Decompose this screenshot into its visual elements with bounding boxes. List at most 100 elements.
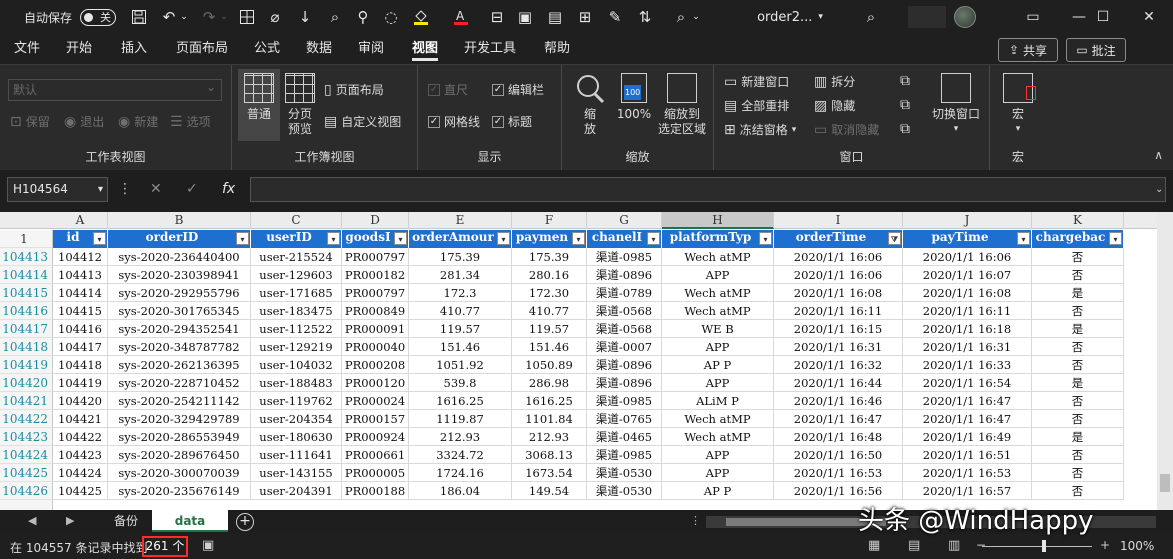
new-button[interactable]: ◉ 新建 — [118, 113, 158, 130]
column-header-f[interactable]: F — [512, 212, 587, 229]
page-layout-button[interactable]: ▯ 页面布局 — [324, 81, 384, 98]
next-sheet-icon[interactable]: ▶ — [66, 514, 74, 527]
header-cell[interactable]: chargebac ▾ — [1032, 230, 1124, 248]
table-cell[interactable]: 否 — [1032, 392, 1124, 410]
header-cell[interactable]: orderID ▾ — [108, 230, 251, 248]
undo-icon[interactable]: ↶ — [158, 0, 180, 34]
table-cell[interactable]: 2020/1/1 16:53 — [903, 464, 1032, 482]
table-cell[interactable]: user-204354 — [251, 410, 342, 428]
custom-view-button[interactable]: ▤ 自定义视图 — [324, 113, 401, 130]
column-header-h[interactable]: H — [662, 212, 774, 229]
insert-function-icon[interactable]: fx — [222, 177, 235, 202]
row-header[interactable]: 104421 — [0, 392, 53, 410]
table-cell[interactable]: 2020/1/1 16:51 — [903, 446, 1032, 464]
filter-dropdown-icon[interactable]: ▾ — [1017, 232, 1030, 245]
tab-home[interactable]: 开始 — [66, 34, 92, 64]
merge-icon[interactable]: ⊟ — [486, 0, 508, 34]
table-cell[interactable]: PR000157 — [342, 410, 409, 428]
zoom-to-selection-button[interactable]: 缩放到 选定区域 — [654, 73, 710, 137]
table-cell[interactable]: AP P — [662, 356, 774, 374]
row-header[interactable]: 104413 — [0, 248, 53, 266]
filter-dropdown-icon[interactable]: ▾ — [394, 232, 407, 245]
qat-customize-icon[interactable]: ⌄ — [690, 0, 702, 34]
table-cell[interactable]: 2020/1/1 16:07 — [903, 266, 1032, 284]
exit-button[interactable]: ◉ 退出 — [64, 113, 104, 130]
table-cell[interactable]: 是 — [1032, 320, 1124, 338]
filter-active-icon[interactable]: ⧩ — [888, 232, 901, 245]
column-header-c[interactable]: C — [251, 212, 342, 229]
reset-position-icon[interactable]: ⧉ — [900, 121, 910, 137]
table-cell[interactable]: sys-2020-292955796 — [108, 284, 251, 302]
table-cell[interactable]: sys-2020-262136395 — [108, 356, 251, 374]
table-cell[interactable]: 104418 — [53, 356, 108, 374]
expand-formula-icon[interactable]: ⌄ — [1155, 177, 1163, 202]
table-cell[interactable]: 1051.92 — [409, 356, 512, 374]
row-header[interactable]: 104426 — [0, 482, 53, 500]
search-icon[interactable]: ⌕ — [670, 0, 692, 34]
table-cell[interactable]: 175.39 — [512, 248, 587, 266]
table-cell[interactable]: 1673.54 — [512, 464, 587, 482]
table-cell[interactable]: 渠道-0465 — [587, 428, 662, 446]
hide-button[interactable]: ▨ 隐藏 — [814, 97, 855, 114]
table-cell[interactable]: sys-2020-329429789 — [108, 410, 251, 428]
table-cell[interactable]: 172.30 — [512, 284, 587, 302]
table-cell[interactable]: 否 — [1032, 410, 1124, 428]
close-icon[interactable]: ✕ — [1126, 0, 1172, 34]
table-cell[interactable]: 渠道-0007 — [587, 338, 662, 356]
table-cell[interactable]: 2020/1/1 16:47 — [903, 410, 1032, 428]
table-cell[interactable]: 2020/1/1 16:31 — [903, 338, 1032, 356]
table-cell[interactable]: APP — [662, 446, 774, 464]
row-header[interactable]: 104416 — [0, 302, 53, 320]
table-cell[interactable]: 104419 — [53, 374, 108, 392]
table-cell[interactable]: 2020/1/1 16:32 — [774, 356, 903, 374]
table-cell[interactable]: 渠道-0896 — [587, 356, 662, 374]
table-cell[interactable]: sys-2020-300070039 — [108, 464, 251, 482]
table-cell[interactable]: sys-2020-254211142 — [108, 392, 251, 410]
column-header-e[interactable]: E — [409, 212, 512, 229]
enter-icon[interactable]: ✓ — [186, 177, 198, 202]
table-cell[interactable]: 104412 — [53, 248, 108, 266]
table-cell[interactable]: PR000661 — [342, 446, 409, 464]
table-cell[interactable]: AP P — [662, 482, 774, 500]
table-cell[interactable]: PR000182 — [342, 266, 409, 284]
table-cell[interactable]: 149.54 — [512, 482, 587, 500]
tab-splitter-icon[interactable]: ⋮ — [690, 514, 701, 527]
share-button[interactable]: ⇪ 共享 — [998, 38, 1058, 62]
table-cell[interactable]: 280.16 — [512, 266, 587, 284]
table-cell[interactable]: 1724.16 — [409, 464, 512, 482]
table-cell[interactable]: sys-2020-294352541 — [108, 320, 251, 338]
formula-input[interactable] — [250, 177, 1166, 202]
row-header[interactable]: 104422 — [0, 410, 53, 428]
tab-page-layout[interactable]: 页面布局 — [176, 34, 228, 64]
more-options-icon[interactable]: ⋮ — [118, 177, 132, 202]
new-window-button[interactable]: ▭ 新建窗口 — [724, 73, 789, 90]
table-cell[interactable]: sys-2020-348787782 — [108, 338, 251, 356]
table-cell[interactable]: 104423 — [53, 446, 108, 464]
find-icon[interactable]: ⌕ — [324, 0, 346, 34]
row-header[interactable]: 104415 — [0, 284, 53, 302]
table-cell[interactable]: 286.98 — [512, 374, 587, 392]
cancel-icon[interactable]: ✕ — [150, 177, 162, 202]
table-icon[interactable]: ▤ — [544, 0, 566, 34]
document-title[interactable]: order2... ▾ — [748, 0, 832, 34]
table-cell[interactable]: 1616.25 — [512, 392, 587, 410]
table-cell[interactable]: 1101.84 — [512, 410, 587, 428]
table-cell[interactable]: 2020/1/1 16:06 — [774, 248, 903, 266]
more-qat-icon[interactable]: ◌ — [380, 0, 402, 34]
zoom-out-icon[interactable]: − — [976, 538, 986, 552]
normal-view-icon[interactable]: ▦ — [868, 538, 880, 553]
format-painter-icon[interactable]: ✎ — [604, 0, 626, 34]
undo-dropdown-icon[interactable]: ⌄ — [178, 0, 190, 34]
table-cell[interactable]: 2020/1/1 16:48 — [774, 428, 903, 446]
filter-dropdown-icon[interactable]: ▾ — [236, 232, 249, 245]
table-cell[interactable]: user-104032 — [251, 356, 342, 374]
table-cell[interactable]: 281.34 — [409, 266, 512, 284]
table-cell[interactable]: 3324.72 — [409, 446, 512, 464]
table-cell[interactable]: 1119.87 — [409, 410, 512, 428]
row-header[interactable]: 104414 — [0, 266, 53, 284]
table-cell[interactable]: sys-2020-228710452 — [108, 374, 251, 392]
table-cell[interactable]: 渠道-0985 — [587, 446, 662, 464]
accessibility-icon[interactable]: ▣ — [202, 538, 214, 553]
search-glass-icon[interactable]: ⚲ — [352, 0, 374, 34]
table-cell[interactable]: user-143155 — [251, 464, 342, 482]
